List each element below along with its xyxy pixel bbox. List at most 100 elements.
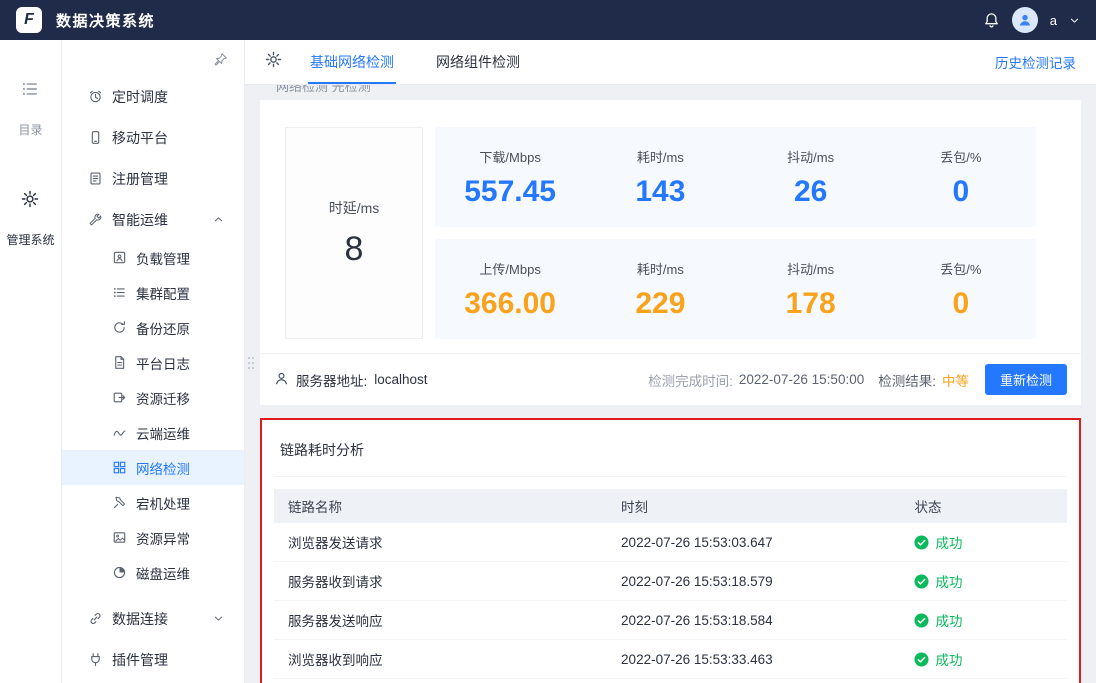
sidebar-item-scheduler[interactable]: 定时调度 [62, 76, 244, 117]
sidebar-item-smart-ops[interactable]: 智能运维 [62, 199, 244, 240]
sidebar-item-plugin-mgmt[interactable]: 插件管理 [62, 639, 244, 680]
link-analysis-table: 链路名称 时刻 状态 浏览器发送请求 2022-07-26 15:53:03.6… [274, 489, 1067, 679]
metric-value: 557.45 [464, 175, 556, 208]
col-header-status: 状态 [900, 489, 1067, 523]
history-records-link[interactable]: 历史检测记录 [995, 52, 1076, 72]
link-name-cell: 浏览器发送请求 [274, 523, 608, 562]
username-label[interactable]: a [1050, 13, 1057, 28]
gear-icon [21, 190, 39, 211]
content-area: 网络检测 先检测 时延/ms 8 下载/Mbps 557.45 耗时/ms 143 … [245, 85, 1096, 683]
sidebar-item-label: 负载管理 [136, 251, 190, 267]
tab-basic-network-detection[interactable]: 基础网络检测 [308, 40, 396, 84]
sidebar-item-crash-handling[interactable]: 宕机处理 [62, 485, 244, 520]
sidebar-item-label: 定时调度 [112, 88, 168, 105]
sidebar-item-label: 插件管理 [112, 651, 168, 668]
latency-value: 8 [344, 229, 364, 268]
chevron-down-icon[interactable] [1069, 15, 1080, 26]
metric-label: 下载/Mbps [479, 150, 541, 165]
upload-metrics-row: 上传/Mbps 366.00 耗时/ms 229 抖动/ms 178 丢包/% 0 [435, 239, 1036, 339]
sidebar-item-label: 宕机处理 [136, 496, 190, 512]
sidebar-item-label: 平台日志 [136, 356, 190, 372]
server-person-icon [274, 371, 289, 389]
smart-ops-submenu: 负载管理 集群配置 备份还原 平台日志 资源迁移 云端运维 网络检测 宕机处理 … [62, 240, 244, 590]
metric-label: 抖动/ms [787, 150, 835, 165]
sidebar-item-mobile-platform[interactable]: 移动平台 [62, 117, 244, 158]
time-cell: 2022-07-26 15:53:18.584 [607, 600, 901, 640]
sidebar-item-data-connection[interactable]: 数据连接 [62, 598, 244, 639]
analysis-title: 链路耗时分析 [274, 432, 1067, 477]
clipped-scroll-text: 网络检测 先检测 [276, 85, 371, 94]
retest-button[interactable]: 重新检测 [984, 364, 1067, 395]
mobile-icon [88, 130, 103, 145]
latency-card: 时延/ms 8 [285, 127, 423, 339]
load-icon [112, 250, 127, 265]
sidebar-item-label: 集群配置 [136, 286, 190, 302]
abnormal-icon [112, 530, 127, 545]
rail-item-label: 管理系统 [6, 233, 55, 247]
tools-icon [88, 212, 103, 227]
sidebar-item-registration[interactable]: 注册管理 [62, 158, 244, 199]
sidebar-item-label: 磁盘运维 [136, 566, 190, 582]
plugin-icon [88, 652, 103, 667]
metric-value: 0 [952, 175, 970, 208]
status-badge: 成功 [935, 614, 963, 629]
pin-icon[interactable] [213, 52, 228, 72]
topbar: F 数据决策系统 a [0, 0, 1096, 40]
sidebar-item-resource-migration[interactable]: 资源迁移 [62, 380, 244, 415]
migrate-icon [112, 390, 127, 405]
sidebar-item-label: 智能运维 [112, 211, 168, 228]
sidebar-item-backup-restore[interactable]: 备份还原 [62, 310, 244, 345]
sidebar-item-cluster-config[interactable]: 集群配置 [62, 275, 244, 310]
red-annotation-box: 链路耗时分析 链路名称 时刻 状态 浏览器发送请求 2022-07-26 15:… [260, 418, 1081, 683]
drag-handle[interactable] [248, 357, 256, 371]
metric-value: 26 [793, 175, 828, 208]
status-badge: 成功 [935, 536, 963, 551]
finish-time-label: 检测完成时间: [648, 373, 733, 389]
sidebar-item-cloud-ops[interactable]: 云端运维 [62, 415, 244, 450]
rail-item-catalog[interactable]: 目录 [18, 80, 43, 138]
cloud-ops-icon [112, 425, 127, 440]
log-icon [112, 355, 127, 370]
sidebar-item-network-detection[interactable]: 网络检测 [62, 450, 244, 485]
sidebar-item-resource-abnormal[interactable]: 资源异常 [62, 520, 244, 555]
bell-icon[interactable] [983, 12, 1000, 29]
clock-icon [88, 89, 103, 104]
metric-value: 366.00 [464, 287, 556, 320]
register-icon [88, 171, 103, 186]
metric-value: 229 [635, 287, 686, 320]
tab-network-component-detection[interactable]: 网络组件检测 [434, 40, 522, 84]
sidebar-item-disk-ops[interactable]: 磁盘运维 [62, 555, 244, 590]
sidebar-item-platform-logs[interactable]: 平台日志 [62, 345, 244, 380]
sidebar-item-load-mgmt[interactable]: 负载管理 [62, 240, 244, 275]
metric-label: 上传/Mbps [479, 262, 541, 277]
app-title: 数据决策系统 [56, 12, 156, 30]
link-analysis-panel: 链路耗时分析 链路名称 时刻 状态 浏览器发送请求 2022-07-26 15:… [262, 420, 1079, 683]
server-address-value: localhost [374, 372, 428, 387]
result-label: 检测结果: [878, 373, 936, 389]
metric-label: 丢包/% [940, 262, 982, 277]
app-logo-icon: F [16, 7, 42, 33]
metric-value: 143 [635, 175, 686, 208]
metric-label: 丢包/% [940, 150, 982, 165]
sidebar-nav: 定时调度 移动平台 注册管理 智能运维 负载管理 集群配置 备份还原 平台日志 … [62, 40, 245, 683]
link-name-cell: 浏览器收到响应 [274, 639, 608, 679]
result-value: 中等 [941, 373, 969, 389]
rail-nav: 目录 管理系统 [0, 40, 62, 683]
metric-label: 耗时/ms [636, 150, 684, 165]
chevron-down-icon [213, 611, 224, 627]
sidebar-item-label: 数据连接 [112, 610, 168, 627]
latency-label: 时延/ms [328, 199, 380, 216]
rail-item-label: 目录 [18, 123, 43, 137]
time-cell: 2022-07-26 15:53:18.579 [607, 561, 901, 601]
backup-icon [112, 320, 127, 335]
rail-item-admin-system[interactable]: 管理系统 [6, 190, 55, 248]
metric-value: 0 [952, 287, 970, 320]
link-name-cell: 服务器收到请求 [274, 561, 608, 601]
time-cell: 2022-07-26 15:53:03.647 [607, 523, 901, 562]
sidebar-item-label: 云端运维 [136, 426, 190, 442]
user-avatar[interactable] [1011, 7, 1038, 33]
server-row: 服务器地址: localhost 检测完成时间: 2022-07-26 15:5… [260, 353, 1081, 405]
success-check-icon [914, 534, 929, 550]
crash-icon [112, 495, 127, 510]
gear-icon[interactable] [265, 51, 282, 73]
